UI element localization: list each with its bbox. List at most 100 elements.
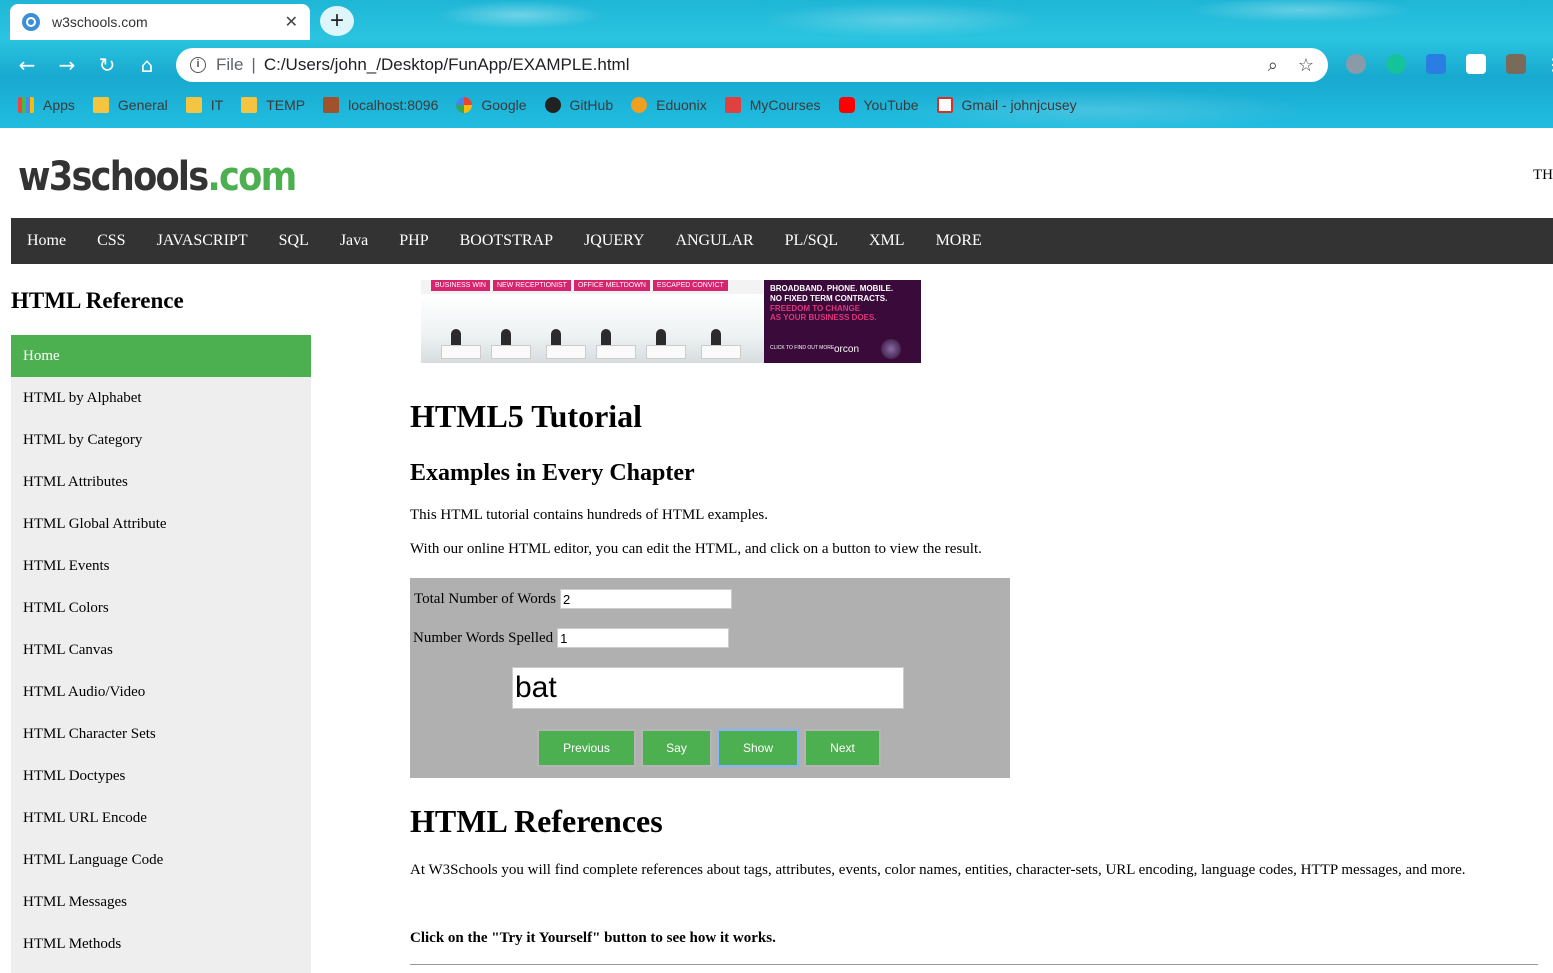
top-right-text: TH <box>1533 167 1553 183</box>
nav-bootstrap[interactable]: BOOTSTRAP <box>444 232 568 250</box>
bookmark-star-icon[interactable]: ☆ <box>1298 55 1314 76</box>
ad-tab[interactable]: NEW RECEPTIONIST <box>492 280 571 291</box>
logo-com-text: .com <box>207 154 297 200</box>
previous-button[interactable]: Previous <box>537 729 636 767</box>
extension-u-icon[interactable] <box>1466 54 1486 74</box>
url-text[interactable]: C:/Users/john_/Desktop/FunApp/EXAMPLE.ht… <box>264 55 630 75</box>
info-icon[interactable]: i <box>190 57 206 73</box>
sidebar-item-language-code[interactable]: HTML Language Code <box>11 839 311 881</box>
ad-line: FREEDOM TO CHANGE <box>770 304 861 313</box>
sidebar-item-events[interactable]: HTML Events <box>11 545 311 587</box>
sidebar-item-canvas[interactable]: HTML Canvas <box>11 629 311 671</box>
nav-angular[interactable]: ANGULAR <box>659 232 768 250</box>
bookmark-general[interactable]: General <box>92 97 168 113</box>
bookmark-temp[interactable]: TEMP <box>241 97 305 113</box>
extension-icon[interactable] <box>1346 54 1366 74</box>
bookmark-github[interactable]: GitHub <box>544 97 614 113</box>
forward-icon[interactable]: → <box>54 52 80 78</box>
sidebar-item-by-category[interactable]: HTML by Category <box>11 419 311 461</box>
bookmark-it[interactable]: IT <box>185 97 223 113</box>
bookmark-eduonix[interactable]: Eduonix <box>631 97 707 113</box>
bookmark-label: General <box>117 97 168 113</box>
folder-icon <box>92 97 109 113</box>
say-button[interactable]: Say <box>641 729 712 767</box>
url-scheme: File <box>216 55 244 74</box>
try-it-paragraph: Click on the "Try it Yourself" button to… <box>410 930 776 946</box>
bookmark-localhost[interactable]: localhost:8096 <box>323 97 438 113</box>
app-buttons: Previous Say Show Next <box>537 729 881 767</box>
help-extension-icon[interactable] <box>1506 54 1526 74</box>
nav-home[interactable]: Home <box>11 232 81 250</box>
close-tab-icon[interactable]: ✕ <box>285 12 298 32</box>
ad-orb-icon <box>881 339 901 359</box>
sidebar-item-global-attribute[interactable]: HTML Global Attribute <box>11 503 311 545</box>
total-words-field[interactable] <box>560 589 733 609</box>
logo-text: w3schools <box>18 154 209 200</box>
sidebar-item-by-alphabet[interactable]: HTML by Alphabet <box>11 377 311 419</box>
reload-icon[interactable]: ↻ <box>94 52 120 78</box>
localhost-icon <box>323 97 340 113</box>
sidebar-item-attributes[interactable]: HTML Attributes <box>11 461 311 503</box>
bookmark-label: GitHub <box>569 97 614 113</box>
browser-chrome: w3schools.com ✕ + ← → ↻ ⌂ i File | C:/Us… <box>0 0 1553 128</box>
youtube-icon <box>838 97 855 113</box>
sidebar-item-messages[interactable]: HTML Messages <box>11 881 311 923</box>
ad-tab[interactable]: ESCAPED CONVICT <box>652 280 728 291</box>
sidebar-item-home[interactable]: Home <box>11 335 311 377</box>
grammarly-icon[interactable] <box>1386 54 1406 74</box>
page-title: HTML5 Tutorial <box>410 398 643 434</box>
gmail-icon <box>936 97 953 113</box>
words-spelled-field[interactable] <box>557 628 730 648</box>
browser-tab[interactable]: w3schools.com ✕ <box>10 4 310 40</box>
ad-line: AS YOUR BUSINESS DOES. <box>770 313 877 322</box>
bookmark-google[interactable]: Google <box>456 97 527 113</box>
address-bar[interactable]: i File | C:/Users/john_/Desktop/FunApp/E… <box>176 48 1328 82</box>
nav-xml[interactable]: XML <box>853 232 920 250</box>
bookmark-youtube[interactable]: YouTube <box>838 97 919 113</box>
sidebar-item-url-encode[interactable]: HTML URL Encode <box>11 797 311 839</box>
word-display-field[interactable] <box>512 667 904 709</box>
ad-tabs: BUSINESS WIN NEW RECEPTIONIST OFFICE MEL… <box>431 280 728 291</box>
ad-tab[interactable]: BUSINESS WIN <box>431 280 490 291</box>
home-icon[interactable]: ⌂ <box>134 52 160 78</box>
sidebar-item-colors[interactable]: HTML Colors <box>11 587 311 629</box>
menu-icon[interactable]: ⋮ <box>1540 52 1553 78</box>
sidebar-item-character-sets[interactable]: HTML Character Sets <box>11 713 311 755</box>
bookmark-mycourses[interactable]: MyCourses <box>724 97 821 113</box>
bookmark-label: Gmail - johnjcusey <box>961 97 1077 113</box>
bookmark-label: YouTube <box>863 97 919 113</box>
nav-jquery[interactable]: JQUERY <box>568 232 659 250</box>
show-button[interactable]: Show <box>717 729 799 767</box>
back-icon[interactable]: ← <box>14 52 40 78</box>
folder-icon <box>185 97 202 113</box>
ad-line: BROADBAND. PHONE. MOBILE. <box>770 284 894 293</box>
top-nav: Home CSS JAVASCRIPT SQL Java PHP BOOTSTR… <box>11 218 1553 264</box>
advertisement-banner[interactable]: BUSINESS WIN NEW RECEPTIONIST OFFICE MEL… <box>421 280 921 363</box>
sidebar-item-audio-video[interactable]: HTML Audio/Video <box>11 671 311 713</box>
nav-javascript[interactable]: JAVASCRIPT <box>141 232 263 250</box>
nav-php[interactable]: PHP <box>383 232 443 250</box>
nav-plsql[interactable]: PL/SQL <box>769 232 853 250</box>
url-separator: | <box>251 55 256 74</box>
nav-sql[interactable]: SQL <box>263 232 324 250</box>
nav-css[interactable]: CSS <box>81 232 140 250</box>
nav-more[interactable]: MORE <box>920 232 997 250</box>
bookmark-gmail[interactable]: Gmail - johnjcusey <box>936 97 1077 113</box>
ad-tab[interactable]: OFFICE MELTDOWN <box>573 280 650 291</box>
sidebar-item-methods[interactable]: HTML Methods <box>11 923 311 965</box>
sidebar-item-doctypes[interactable]: HTML Doctypes <box>11 755 311 797</box>
zoom-icon[interactable]: ⌕ <box>1268 55 1278 76</box>
site-logo[interactable]: w3schools.com <box>18 154 297 200</box>
next-button[interactable]: Next <box>804 729 881 767</box>
bookmark-apps[interactable]: Apps <box>18 97 75 113</box>
ad-cta: CLICK TO FIND OUT MORE <box>770 345 835 351</box>
nav-java[interactable]: Java <box>324 232 383 250</box>
divider <box>410 964 1538 965</box>
translate-icon[interactable] <box>1426 54 1446 74</box>
references-heading: HTML References <box>410 803 663 839</box>
new-tab-button[interactable]: + <box>320 6 354 36</box>
references-paragraph: At W3Schools you will find complete refe… <box>410 862 1466 878</box>
eduonix-icon <box>631 97 648 113</box>
total-words-label: Total Number of Words <box>414 590 557 607</box>
folder-icon <box>241 97 258 113</box>
